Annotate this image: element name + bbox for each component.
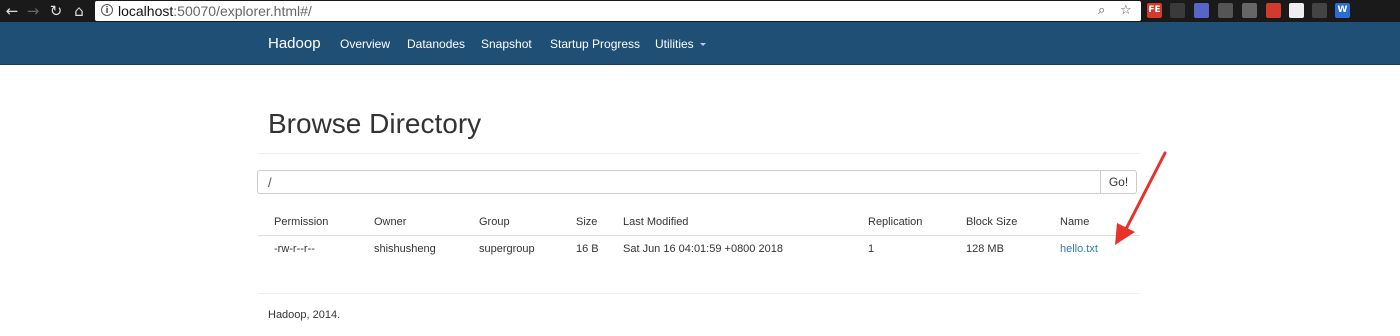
address-bar[interactable]: i localhost:50070/explorer.html#/ ⌕ ☆ <box>95 1 1141 21</box>
col-group[interactable]: Group <box>479 216 510 228</box>
footer-text: Hadoop, 2014. <box>268 309 341 321</box>
nav-datanodes[interactable]: Datanodes <box>407 37 465 51</box>
nav-utilities[interactable]: Utilities <box>655 37 706 51</box>
url-text[interactable]: localhost:50070/explorer.html#/ <box>118 3 312 19</box>
extension-umbrella-icon[interactable] <box>1312 3 1327 18</box>
col-size[interactable]: Size <box>576 216 597 228</box>
forward-icon[interactable]: → <box>24 2 42 20</box>
browser-toolbar: ← → ↻ ⌂ i localhost:50070/explorer.html#… <box>0 0 1400 22</box>
extension-hex-icon[interactable] <box>1194 3 1209 18</box>
cell-replication: 1 <box>868 243 875 255</box>
cell-size: 16 B <box>576 243 599 255</box>
cell-group: supergroup <box>479 243 535 255</box>
cell-block-size: 128 MB <box>966 243 1004 255</box>
title-divider <box>258 153 1140 154</box>
extension-pin-icon[interactable] <box>1266 3 1281 18</box>
nav-startup-progress[interactable]: Startup Progress <box>550 37 640 51</box>
extension-image-icon[interactable] <box>1242 3 1257 18</box>
caret-down-icon <box>699 43 706 47</box>
page-title: Browse Directory <box>268 108 482 139</box>
brand-link[interactable]: Hadoop <box>268 35 321 52</box>
reload-icon[interactable]: ↻ <box>47 2 65 20</box>
navbar: Hadoop Overview Datanodes Snapshot Start… <box>0 22 1400 65</box>
back-icon[interactable]: ← <box>3 2 21 20</box>
extension-box-icon[interactable] <box>1170 3 1185 18</box>
directory-path-input[interactable] <box>257 170 1101 194</box>
home-icon[interactable]: ⌂ <box>70 2 88 20</box>
bookmark-star-icon[interactable]: ☆ <box>1120 3 1132 19</box>
col-permission[interactable]: Permission <box>274 216 328 228</box>
annotation-arrow-icon <box>1115 151 1167 245</box>
cell-permission: -rw-r--r-- <box>274 243 315 255</box>
col-last-modified[interactable]: Last Modified <box>623 216 688 228</box>
cell-last-modified: Sat Jun 16 04:01:59 +0800 2018 <box>623 243 783 255</box>
extension-bulb-icon[interactable] <box>1218 3 1233 18</box>
file-link-hello[interactable]: hello.txt <box>1060 243 1098 255</box>
cell-owner: shishusheng <box>374 243 436 255</box>
nav-overview[interactable]: Overview <box>340 37 390 51</box>
extension-react-icon[interactable] <box>1358 3 1373 18</box>
extension-w-icon[interactable]: W <box>1335 3 1350 18</box>
extension-text-icon[interactable] <box>1289 3 1304 18</box>
col-name[interactable]: Name <box>1060 216 1089 228</box>
nav-utilities-label: Utilities <box>655 37 694 51</box>
info-icon[interactable]: i <box>101 4 113 16</box>
nav-snapshot[interactable]: Snapshot <box>481 37 532 51</box>
table-header-divider <box>258 235 1140 236</box>
col-replication[interactable]: Replication <box>868 216 922 228</box>
fe-extension-icon[interactable]: FE <box>1147 3 1162 18</box>
col-block-size[interactable]: Block Size <box>966 216 1017 228</box>
col-owner[interactable]: Owner <box>374 216 406 228</box>
zoom-icon[interactable]: ⌕ <box>1098 3 1105 19</box>
footer-divider <box>258 293 1140 294</box>
